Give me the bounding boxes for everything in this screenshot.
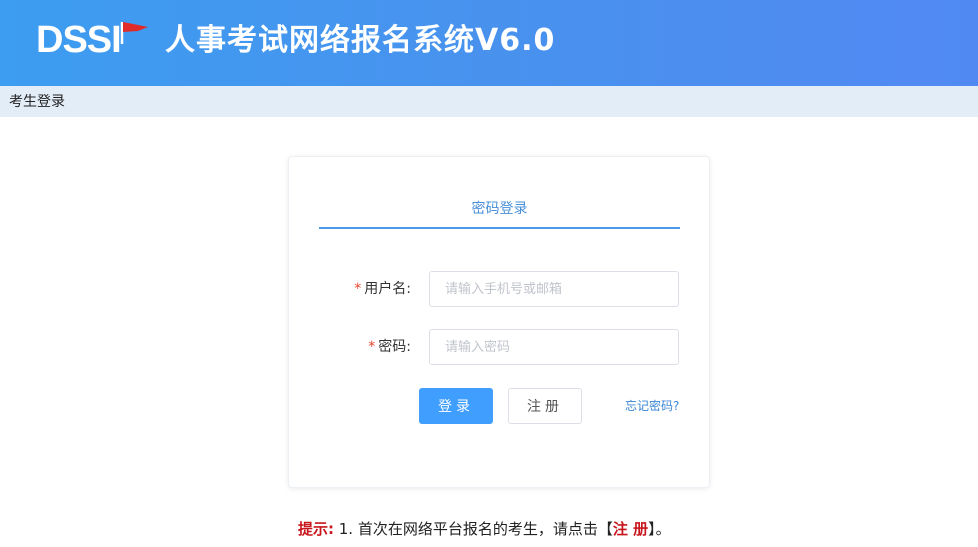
register-button[interactable]: 注册: [508, 388, 582, 424]
username-input[interactable]: [429, 271, 679, 307]
logo-text: DSSI: [36, 19, 122, 61]
password-input[interactable]: [429, 329, 679, 365]
required-star: *: [354, 281, 362, 297]
breadcrumb: 考生登录: [9, 94, 65, 110]
username-row: * 用户名:: [289, 271, 711, 308]
hint-message: 1. 首次在网络平台报名的考生，请点击【: [334, 520, 613, 538]
login-card: 密码登录 *用户名: *密码: 登录 注册 忘记密码?: [288, 156, 710, 488]
password-row: * 密码:: [289, 329, 711, 366]
forgot-password-link[interactable]: 忘记密码?: [625, 398, 679, 414]
username-label-text: 用户名:: [364, 281, 411, 297]
login-button[interactable]: 登录: [419, 388, 493, 424]
username-label: * 用户名:: [354, 280, 411, 298]
password-label: * 密码:: [368, 338, 411, 356]
hint-text: 提示: 1. 首次在网络平台报名的考生，请点击【注 册】。: [298, 518, 671, 540]
tab-password-login[interactable]: 密码登录: [319, 197, 680, 229]
hint-label: 提示:: [298, 520, 334, 538]
hint-message-end: 】。: [648, 520, 671, 538]
breadcrumb-bar: 考生登录: [0, 86, 978, 117]
dssi-logo: DSSI: [36, 18, 152, 62]
password-label-text: 密码:: [378, 339, 411, 355]
flag-icon: [120, 22, 148, 44]
hint-register-link[interactable]: 注 册: [613, 520, 648, 538]
app-title: 人事考试网络报名系统V6.0: [165, 23, 556, 58]
app-header: DSSI 人事考试网络报名系统V6.0: [0, 0, 978, 86]
required-star: *: [368, 339, 376, 355]
